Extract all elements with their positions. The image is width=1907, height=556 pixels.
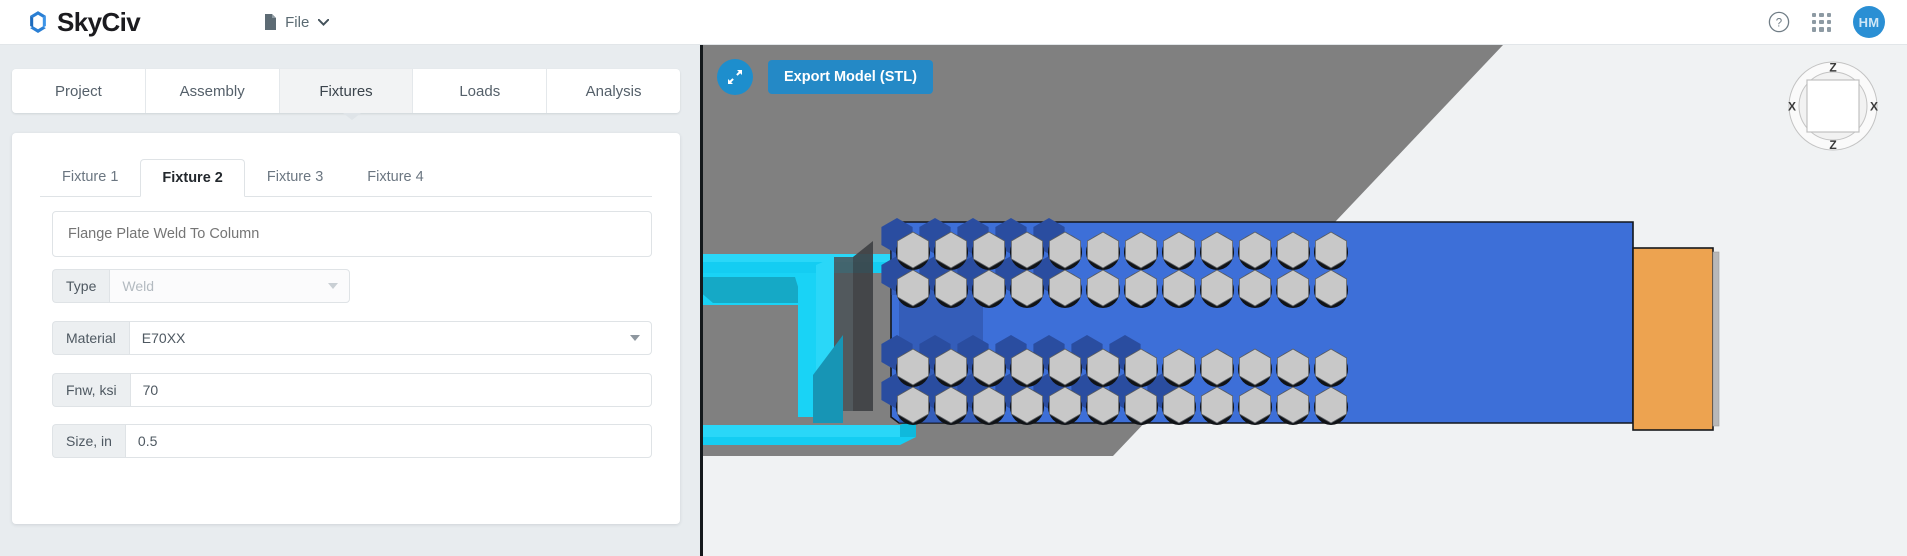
model-viewport-3d[interactable]: Export Model (STL) Z Z X X (703, 45, 1907, 556)
material-select-value: E70XX (141, 330, 186, 346)
file-menu-button[interactable]: File (264, 13, 330, 31)
type-select-value: Weld (122, 278, 155, 294)
fixture-tab-bar: Fixture 1 Fixture 2 Fixture 3 Fixture 4 (40, 159, 652, 197)
help-circle-icon[interactable]: ? (1768, 11, 1790, 33)
apps-dot (1812, 19, 1817, 25)
field-row-size: Size, in 0.5 (52, 424, 652, 458)
svg-text:?: ? (1776, 17, 1782, 29)
chevron-down-icon (328, 283, 338, 289)
apps-dot (1826, 12, 1831, 17)
apps-dot (1812, 12, 1817, 17)
active-tab-indicator (343, 113, 361, 120)
apps-dot (1819, 27, 1824, 32)
apps-dot (1819, 19, 1824, 25)
expand-arrows-icon (728, 70, 742, 84)
main-tab-bar: Project Assembly Fixtures Loads Analysis (12, 69, 680, 113)
fullscreen-toggle-button[interactable] (717, 59, 753, 95)
export-model-stl-button[interactable]: Export Model (STL) (768, 60, 933, 94)
type-select[interactable]: Weld (109, 269, 350, 303)
field-label-material: Material (52, 321, 129, 355)
left-settings-panel: Project Assembly Fixtures Loads Analysis… (0, 45, 700, 556)
apps-dot (1819, 12, 1824, 17)
field-row-type: Type Weld (52, 269, 350, 303)
skyciv-logo-icon (30, 11, 46, 33)
fixture-name-input[interactable] (52, 211, 652, 257)
gizmo-axis-left: X (1788, 100, 1796, 114)
tab-analysis[interactable]: Analysis (547, 69, 680, 113)
tab-project[interactable]: Project (12, 69, 146, 113)
view-orientation-gizmo[interactable]: Z Z X X (1783, 56, 1883, 156)
field-label-fnw: Fnw, ksi (52, 373, 130, 407)
chevron-down-icon (630, 335, 640, 341)
apps-dot (1812, 27, 1817, 32)
field-row-material: Material E70XX (52, 321, 652, 355)
file-menu-label: File (285, 13, 310, 31)
field-row-fnw: Fnw, ksi 70 (52, 373, 652, 407)
fixture-form-card: Fixture 1 Fixture 2 Fixture 3 Fixture 4 … (12, 133, 680, 524)
fixture-tab-2[interactable]: Fixture 2 (140, 159, 245, 197)
apps-dot (1826, 19, 1831, 25)
user-avatar[interactable]: HM (1853, 6, 1885, 38)
gizmo-axis-right: X (1870, 100, 1878, 114)
size-input[interactable]: 0.5 (124, 424, 652, 458)
field-label-size: Size, in (52, 424, 125, 458)
application-root: SkyCiv File ? HM Project Assembly Fixtur… (0, 0, 1907, 556)
size-input-value: 0.5 (137, 433, 158, 449)
material-select[interactable]: E70XX (128, 321, 652, 355)
fixture-tab-4[interactable]: Fixture 4 (345, 158, 445, 196)
tab-loads[interactable]: Loads (413, 69, 548, 113)
chevron-down-icon (318, 18, 330, 26)
brand-name: SkyCiv (57, 7, 141, 37)
top-header-bar: SkyCiv File ? HM (0, 0, 1907, 45)
tab-assembly[interactable]: Assembly (145, 69, 280, 113)
field-label-type: Type (52, 269, 110, 303)
gizmo-axis-bottom: Z (1829, 138, 1836, 152)
header-actions: ? HM (1768, 6, 1885, 38)
brand-logo[interactable]: SkyCiv (24, 7, 141, 37)
tab-fixtures[interactable]: Fixtures (279, 69, 414, 113)
fixture-tab-3[interactable]: Fixture 3 (245, 158, 345, 196)
apps-grid-icon[interactable] (1812, 12, 1831, 32)
model-render-canvas (703, 45, 1720, 456)
gizmo-axis-top: Z (1829, 61, 1836, 75)
far-beam-section (1632, 247, 1720, 431)
viewport-toolbar: Export Model (STL) (717, 59, 933, 95)
document-icon (265, 14, 277, 30)
apps-dot (1826, 27, 1831, 32)
fnw-input-value: 70 (142, 382, 159, 398)
fixture-tab-1[interactable]: Fixture 1 (40, 158, 140, 196)
fnw-input[interactable]: 70 (129, 373, 652, 407)
